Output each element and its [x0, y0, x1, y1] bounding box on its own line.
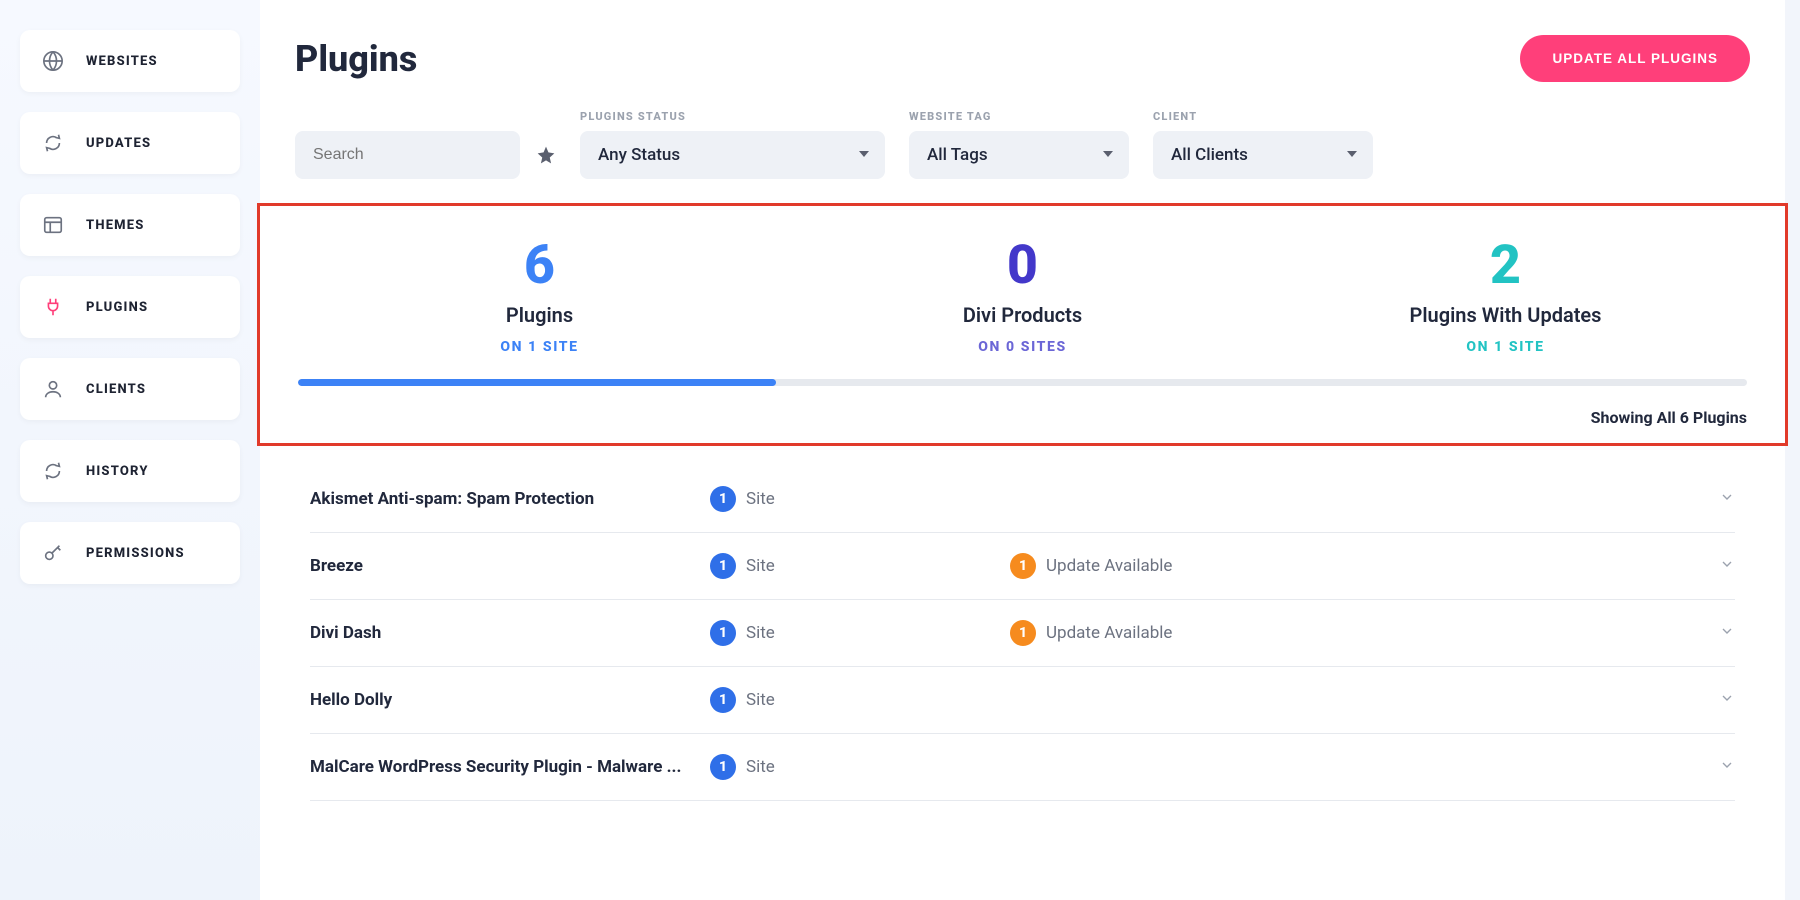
stat-value: 2: [1264, 234, 1747, 297]
stat-sub: ON 0 SITES: [781, 339, 1264, 355]
main-content: Plugins UPDATE ALL PLUGINS PLUGINS STATU…: [260, 0, 1785, 900]
refresh-icon: [42, 132, 64, 154]
stat-plugins: 6 Plugins ON 1 SITE: [298, 234, 781, 355]
chevron-down-icon[interactable]: [1719, 623, 1735, 643]
select-value: All Tags: [927, 145, 988, 165]
sidebar-item-label: THEMES: [86, 218, 145, 233]
stat-label: Plugins With Updates: [1264, 303, 1747, 327]
site-count-badge: 1: [710, 754, 736, 780]
site-cell: 1 Site: [710, 754, 1010, 780]
chevron-down-icon[interactable]: [1719, 757, 1735, 777]
filter-label: CLIENT: [1153, 110, 1373, 123]
sidebar-item-clients[interactable]: CLIENTS: [20, 358, 240, 420]
update-text: Update Available: [1046, 623, 1172, 643]
site-count-badge: 1: [710, 620, 736, 646]
stat-sub: ON 1 SITE: [1264, 339, 1747, 355]
update-text: Update Available: [1046, 556, 1172, 576]
filter-tag: WEBSITE TAG All Tags: [909, 110, 1129, 179]
update-cell: 1 Update Available: [1010, 553, 1695, 579]
page-title: Plugins: [295, 38, 417, 80]
plugin-name: MalCare WordPress Security Plugin - Malw…: [310, 757, 710, 777]
stat-label: Divi Products: [781, 303, 1264, 327]
filters-row: PLUGINS STATUS Any Status WEBSITE TAG Al…: [295, 110, 1750, 179]
update-count-badge: 1: [1010, 620, 1036, 646]
sidebar-item-label: UPDATES: [86, 136, 151, 151]
search-wrap: [295, 131, 556, 179]
sidebar-item-label: CLIENTS: [86, 382, 146, 397]
sidebar-item-themes[interactable]: THEMES: [20, 194, 240, 256]
stat-divi: 0 Divi Products ON 0 SITES: [781, 234, 1264, 355]
filter-client: CLIENT All Clients: [1153, 110, 1373, 179]
site-text: Site: [746, 556, 775, 576]
stat-value: 6: [298, 234, 781, 297]
status-select[interactable]: Any Status: [580, 131, 885, 179]
plug-icon: [42, 296, 64, 318]
page-header: Plugins UPDATE ALL PLUGINS: [295, 35, 1750, 82]
sidebar-item-history[interactable]: HISTORY: [20, 440, 240, 502]
plugin-name: Divi Dash: [310, 623, 710, 643]
sidebar: WEBSITES UPDATES THEMES PLUGINS CLIENTS …: [0, 0, 260, 900]
plugin-name: Hello Dolly: [310, 690, 710, 710]
select-value: All Clients: [1171, 145, 1248, 165]
sidebar-item-label: PLUGINS: [86, 300, 148, 315]
plugin-row[interactable]: Hello Dolly1 Site: [310, 667, 1735, 734]
site-text: Site: [746, 623, 775, 643]
sidebar-item-permissions[interactable]: PERMISSIONS: [20, 522, 240, 584]
sidebar-item-updates[interactable]: UPDATES: [20, 112, 240, 174]
plugin-name: Akismet Anti-spam: Spam Protection: [310, 489, 710, 509]
sidebar-item-websites[interactable]: WEBSITES: [20, 30, 240, 92]
select-value: Any Status: [598, 145, 680, 165]
update-all-button[interactable]: UPDATE ALL PLUGINS: [1520, 35, 1750, 82]
stat-label: Plugins: [298, 303, 781, 327]
stat-sub: ON 1 SITE: [298, 339, 781, 355]
filter-label: WEBSITE TAG: [909, 110, 1129, 123]
plugin-name: Breeze: [310, 556, 710, 576]
client-select[interactable]: All Clients: [1153, 131, 1373, 179]
history-icon: [42, 460, 64, 482]
site-text: Site: [746, 690, 775, 710]
stat-updates: 2 Plugins With Updates ON 1 SITE: [1264, 234, 1747, 355]
site-cell: 1 Site: [710, 687, 1010, 713]
plugin-row[interactable]: Breeze1Site1Update Available: [310, 533, 1735, 600]
star-icon[interactable]: [536, 145, 556, 165]
site-count-badge: 1: [710, 687, 736, 713]
search-input[interactable]: [295, 131, 520, 179]
plugin-row[interactable]: Akismet Anti-spam: Spam Protection1 Site: [310, 466, 1735, 533]
site-cell: 1 Site: [710, 486, 1010, 512]
key-icon: [42, 542, 64, 564]
plugin-row[interactable]: MalCare WordPress Security Plugin - Malw…: [310, 734, 1735, 801]
user-icon: [42, 378, 64, 400]
progress-bar: [298, 379, 1747, 386]
stats-box: 6 Plugins ON 1 SITE 0 Divi Products ON 0…: [257, 203, 1788, 446]
site-count-badge: 1: [710, 486, 736, 512]
filter-label: PLUGINS STATUS: [580, 110, 885, 123]
stats-row: 6 Plugins ON 1 SITE 0 Divi Products ON 0…: [298, 234, 1747, 355]
showing-text: Showing All 6 Plugins: [298, 408, 1747, 427]
layout-icon: [42, 214, 64, 236]
site-text: Site: [746, 757, 775, 777]
progress-fill: [298, 379, 776, 386]
chevron-down-icon[interactable]: [1719, 556, 1735, 576]
globe-icon: [42, 50, 64, 72]
site-cell: 1 Site: [710, 553, 1010, 579]
update-count-badge: 1: [1010, 553, 1036, 579]
chevron-down-icon[interactable]: [1719, 690, 1735, 710]
sidebar-item-label: PERMISSIONS: [86, 546, 185, 561]
plugin-row[interactable]: Divi Dash1Site1Update Available: [310, 600, 1735, 667]
site-cell: 1 Site: [710, 620, 1010, 646]
stat-value: 0: [781, 234, 1264, 297]
sidebar-item-label: HISTORY: [86, 464, 149, 479]
sidebar-item-label: WEBSITES: [86, 54, 158, 69]
sidebar-item-plugins[interactable]: PLUGINS: [20, 276, 240, 338]
update-cell: 1 Update Available: [1010, 620, 1695, 646]
plugin-list: Akismet Anti-spam: Spam Protection1SiteB…: [295, 466, 1750, 801]
tag-select[interactable]: All Tags: [909, 131, 1129, 179]
site-count-badge: 1: [710, 553, 736, 579]
chevron-down-icon[interactable]: [1719, 489, 1735, 509]
site-text: Site: [746, 489, 775, 509]
filter-status: PLUGINS STATUS Any Status: [580, 110, 885, 179]
